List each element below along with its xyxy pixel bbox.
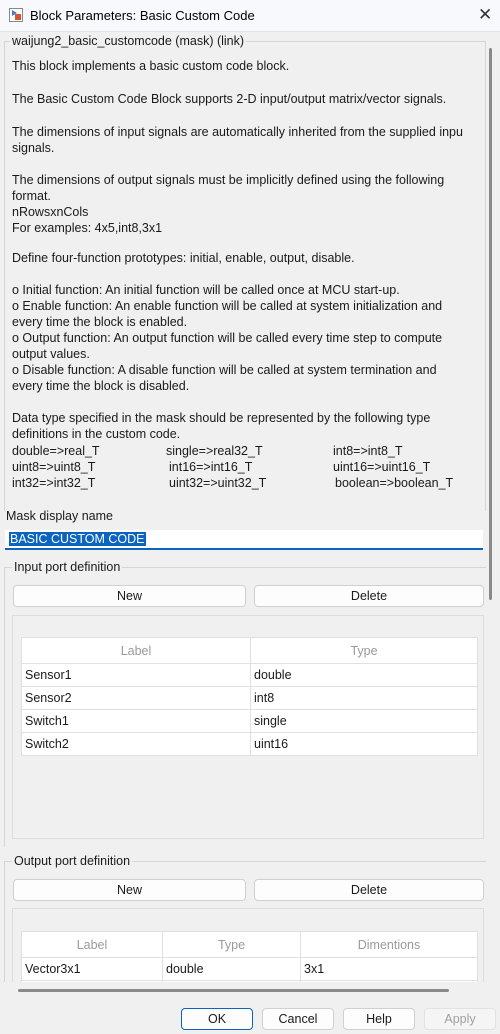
- column-header-label[interactable]: Label: [21, 637, 251, 664]
- cancel-button[interactable]: Cancel: [262, 1008, 334, 1030]
- description-line: o Disable function: A disable function w…: [12, 363, 437, 377]
- type-map: uint8=>uint8_T: [12, 460, 96, 474]
- output-port-table[interactable]: Label Type Dimentions Vector3x1 double 3x1: [21, 931, 478, 982]
- help-button[interactable]: Help: [343, 1008, 415, 1030]
- cell-label[interactable]: Switch1: [21, 709, 251, 733]
- type-map: int32=>int32_T: [12, 476, 96, 490]
- input-port-legend: Input port definition: [12, 560, 123, 574]
- close-icon[interactable]: ✕: [478, 5, 492, 25]
- mask-legend: waijung2_basic_customcode (mask) (link): [10, 34, 247, 48]
- output-table-viewport: Label Type Dimentions Vector3x1 double 3x1: [21, 931, 478, 982]
- cell-type[interactable]: double: [162, 957, 301, 981]
- description-line: For examples: 4x5,int8,3x1: [12, 221, 163, 235]
- description-line: This block implements a basic custom cod…: [12, 59, 290, 73]
- cell-label[interactable]: Switch2: [21, 732, 251, 756]
- column-header-type[interactable]: Type: [250, 637, 478, 664]
- description-line: definitions in the custom code.: [12, 427, 181, 441]
- input-port-table[interactable]: Label Type Sensor1 double Sensor2 int8 Swit…: [21, 637, 478, 756]
- description-line: Define four-function prototypes: initial…: [12, 251, 355, 265]
- description-line: The dimensions of output signals must be…: [12, 173, 445, 187]
- table-row[interactable]: Switch2 uint16: [21, 732, 478, 756]
- type-map: uint32=>uint32_T: [169, 476, 267, 490]
- table-row[interactable]: Sensor1 double: [21, 663, 478, 687]
- cell-type[interactable]: uint16: [250, 732, 478, 756]
- description-line: The dimensions of input signals are auto…: [12, 125, 463, 139]
- type-map: single=>real32_T: [166, 444, 263, 458]
- input-new-button[interactable]: New: [13, 585, 246, 607]
- table-row[interactable]: Sensor2 int8: [21, 686, 478, 710]
- scroll-area-bottom: [0, 982, 488, 1004]
- description-line: every time the block is disabled.: [12, 379, 190, 393]
- description-line: Data type specified in the mask should b…: [12, 411, 431, 425]
- type-map: uint16=>uint16_T: [333, 460, 431, 474]
- column-header-label[interactable]: Label: [21, 931, 163, 958]
- cell-type[interactable]: int8: [250, 686, 478, 710]
- description-line: nRowsxnCols: [12, 205, 89, 219]
- ok-button[interactable]: OK: [181, 1008, 253, 1030]
- output-delete-button[interactable]: Delete: [254, 879, 484, 901]
- description-line: o Initial function: An initial function …: [12, 283, 400, 297]
- output-new-button[interactable]: New: [13, 879, 246, 901]
- description-line: o Output function: An output function wi…: [12, 331, 443, 345]
- vertical-scrollbar[interactable]: [489, 48, 492, 600]
- description-line: format.: [12, 189, 51, 203]
- simulink-block-icon: [9, 8, 23, 22]
- output-port-legend: Output port definition: [12, 854, 133, 868]
- table-row[interactable]: Vector3x1 double 3x1: [21, 957, 478, 981]
- description-line: output values.: [12, 347, 90, 361]
- window-title: Block Parameters: Basic Custom Code: [30, 8, 255, 23]
- column-header-type[interactable]: Type: [162, 931, 301, 958]
- type-map: int8=>int8_T: [333, 444, 403, 458]
- type-map: int16=>int16_T: [169, 460, 253, 474]
- apply-button[interactable]: Apply: [424, 1008, 496, 1030]
- cell-dimentions[interactable]: 3x1: [300, 957, 478, 981]
- description-line: every time the block is enabled.: [12, 315, 188, 329]
- cell-label[interactable]: Sensor1: [21, 663, 251, 687]
- type-map: boolean=>boolean_T: [335, 476, 454, 490]
- table-row[interactable]: Switch1 single: [21, 709, 478, 733]
- input-delete-button[interactable]: Delete: [254, 585, 484, 607]
- cell-label[interactable]: Sensor2: [21, 686, 251, 710]
- description-line: signals.: [12, 141, 55, 155]
- title-bar: Block Parameters: Basic Custom Code ✕: [0, 0, 500, 32]
- description-line: o Enable function: An enable function wi…: [12, 299, 443, 313]
- column-header-dimentions[interactable]: Dimentions: [300, 931, 478, 958]
- display-name-input[interactable]: BASIC CUSTOM CODE: [5, 530, 483, 550]
- description-line: The Basic Custom Code Block supports 2-D…: [12, 92, 447, 106]
- cell-label[interactable]: Vector3x1: [21, 957, 163, 981]
- display-name-label: Mask display name: [6, 509, 113, 523]
- cell-type[interactable]: double: [250, 663, 478, 687]
- horizontal-scrollbar[interactable]: [18, 989, 449, 992]
- cell-type[interactable]: single: [250, 709, 478, 733]
- display-name-value: BASIC CUSTOM CODE: [9, 532, 146, 546]
- type-map: double=>real_T: [12, 444, 100, 458]
